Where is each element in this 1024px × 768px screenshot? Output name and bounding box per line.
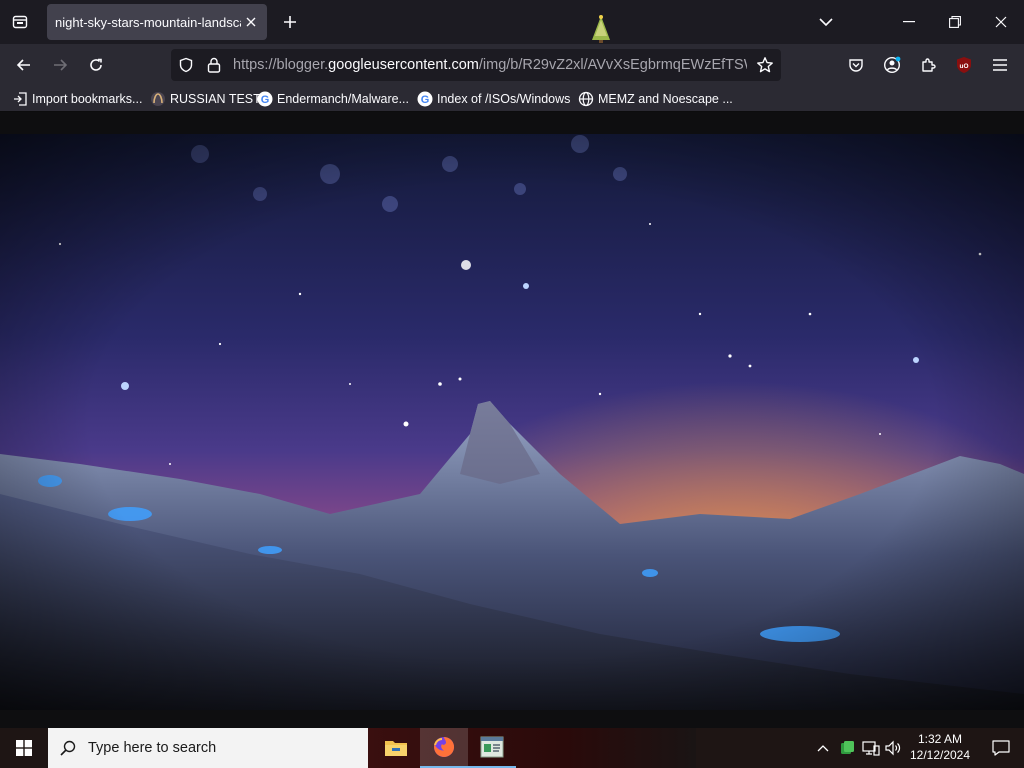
hamburger-menu-icon [993, 59, 1007, 71]
christmas-tree-icon [590, 14, 612, 44]
show-hidden-icons-button[interactable] [813, 738, 833, 758]
tab-title: night-sky-stars-mountain-landscape [55, 14, 241, 30]
window-minimize-button[interactable] [886, 0, 932, 44]
ublock-origin-button[interactable]: uO [949, 50, 979, 80]
url-prefix: https://blogger. [233, 57, 329, 73]
search-placeholder: Type here to search [88, 740, 217, 756]
ublock-icon: uO [957, 57, 971, 73]
bookmark-russian-test[interactable]: RUSSIAN TEST [150, 89, 261, 109]
network-icon[interactable] [861, 738, 881, 758]
search-icon [48, 728, 88, 768]
extensions-button[interactable] [913, 50, 943, 80]
bookmark-label: Index of /ISOs/Windows [437, 92, 571, 106]
tab-active[interactable]: night-sky-stars-mountain-landscape [47, 4, 267, 40]
taskbar-clock[interactable]: 1:32 AM 12/12/2024 [904, 731, 976, 767]
window-restore-button[interactable] [932, 0, 978, 44]
windows-taskbar: Type here to search 1:32 AM 12/12/2024 [0, 728, 1024, 768]
bookmark-label: Endermanch/Malware... [277, 92, 410, 106]
site-favicon [150, 91, 166, 107]
import-icon [12, 91, 28, 107]
bookmark-label: MEMZ and Noescape ... [598, 92, 733, 106]
svg-text:uO: uO [959, 63, 968, 70]
windows-logo-icon [16, 740, 32, 756]
google-icon: G [417, 91, 433, 107]
clock-time: 1:32 AM [917, 732, 963, 746]
firefox-icon [434, 736, 455, 757]
app-menu-button[interactable] [985, 50, 1015, 80]
action-center-button[interactable] [978, 728, 1024, 768]
puzzle-icon [922, 58, 936, 72]
bookmark-import[interactable]: Import bookmarks... [12, 89, 142, 109]
restore-icon [949, 16, 961, 28]
firefox-view-icon [12, 15, 28, 29]
account-button[interactable] [877, 50, 907, 80]
tray-app-icon[interactable] [837, 738, 857, 758]
globe-icon [578, 91, 594, 107]
green-app-icon [841, 741, 854, 754]
tab-close-icon[interactable] [243, 14, 259, 30]
bookmark-label: RUSSIAN TEST [170, 92, 261, 106]
firefox-view-button[interactable] [6, 8, 34, 36]
svg-text:G: G [261, 94, 270, 106]
notification-icon [992, 740, 1010, 756]
chevron-up-icon [817, 745, 829, 752]
app-window-icon [480, 736, 504, 758]
account-icon [883, 56, 901, 74]
tracking-protection-icon[interactable] [177, 56, 195, 74]
taskbar-search-box[interactable]: Type here to search [48, 728, 368, 768]
lock-icon[interactable] [205, 56, 223, 74]
url-host: googleusercontent.com [328, 57, 479, 73]
bookmark-index-isos[interactable]: G Index of /ISOs/Windows [417, 89, 570, 109]
back-button[interactable] [9, 50, 39, 80]
landscape-illustration [0, 134, 1024, 710]
folder-icon [385, 741, 407, 756]
minimize-icon [903, 21, 915, 23]
taskbar-firefox[interactable] [420, 728, 468, 768]
reload-button[interactable] [81, 50, 111, 80]
page-content [0, 112, 1024, 728]
svg-text:G: G [421, 94, 430, 106]
taskbar-app-window[interactable] [468, 728, 516, 768]
bookmark-star-icon[interactable] [755, 55, 775, 75]
navigation-toolbar: https://blogger.googleusercontent.com/im… [0, 44, 1024, 86]
reload-icon [90, 58, 102, 71]
url-path: /img/b/R29vZ2xl/AVvXsEgbrmqEWzEfTSW9F [478, 57, 747, 73]
arrow-left-icon [16, 59, 30, 71]
address-bar[interactable]: https://blogger.googleusercontent.com/im… [171, 49, 781, 81]
arrow-right-icon [54, 59, 68, 71]
plus-icon [284, 16, 296, 28]
list-all-tabs-button[interactable] [812, 8, 840, 36]
url-text[interactable]: https://blogger.googleusercontent.com/im… [233, 57, 747, 75]
bookmark-endermanch[interactable]: G Endermanch/Malware... [257, 89, 409, 109]
night-sky-mountain-image[interactable] [0, 134, 1024, 710]
tab-strip: night-sky-stars-mountain-landscape [0, 0, 1024, 44]
close-icon [995, 16, 1007, 28]
forward-button[interactable] [45, 50, 75, 80]
google-icon: G [257, 91, 273, 107]
start-button[interactable] [0, 728, 48, 768]
window-close-button[interactable] [978, 0, 1024, 44]
taskbar-file-explorer[interactable] [372, 728, 420, 768]
pocket-button[interactable] [841, 50, 871, 80]
new-tab-button[interactable] [276, 8, 304, 36]
chevron-down-icon [819, 18, 833, 27]
bookmarks-toolbar: Import bookmarks... RUSSIAN TEST G Ender… [0, 86, 1024, 112]
pocket-icon [849, 59, 863, 72]
clock-date: 12/12/2024 [909, 748, 971, 762]
bookmark-label: Import bookmarks... [32, 92, 143, 106]
volume-icon[interactable] [883, 738, 903, 758]
bookmark-memz[interactable]: MEMZ and Noescape ... [578, 89, 733, 109]
